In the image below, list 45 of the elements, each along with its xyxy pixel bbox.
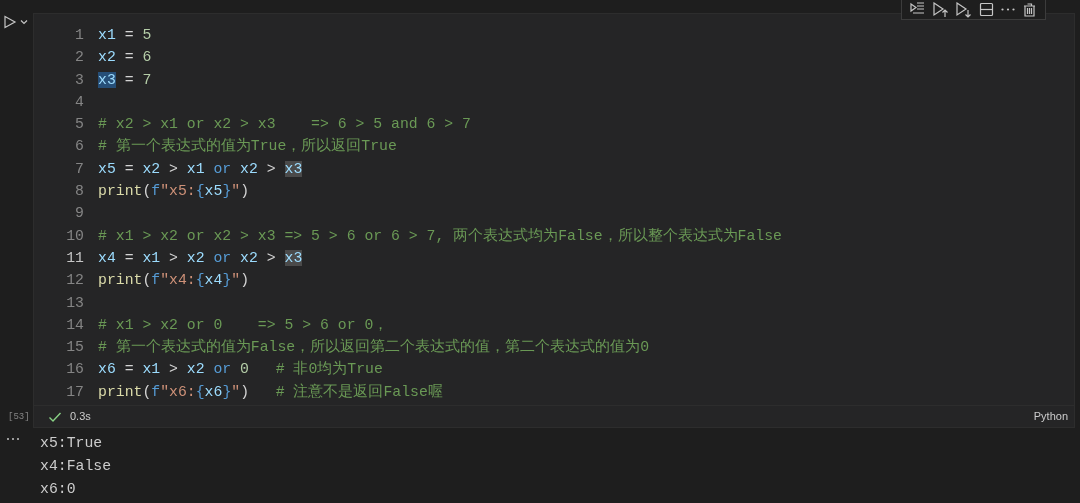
- execution-count: [53]: [7, 410, 31, 424]
- line-number: 4: [74, 92, 84, 112]
- delete-icon: [1021, 0, 1038, 18]
- code-line: x1 = 5: [98, 26, 152, 45]
- output-line: x5:True: [40, 434, 103, 454]
- line-number: 9: [74, 204, 84, 224]
- line-number: 7: [74, 159, 84, 179]
- line-number: 5: [74, 115, 84, 135]
- line-number: 15: [65, 338, 84, 358]
- run-below-icon: [955, 0, 972, 18]
- language-label[interactable]: Python: [1033, 408, 1068, 425]
- line-number: 8: [74, 182, 84, 202]
- code-line: x3 = 7: [98, 70, 152, 90]
- play-icon: [3, 15, 17, 29]
- line-number: 11: [65, 248, 84, 268]
- code-line: print(f"x5:{x5}"): [98, 182, 250, 202]
- output-line: x6:0: [40, 480, 76, 500]
- code-line: x2 = 6: [98, 48, 152, 68]
- code-line: # x1 > x2 or 0 => 5 > 6 or 0，: [98, 315, 389, 335]
- split-icon: [978, 0, 995, 18]
- line-number: 10: [65, 226, 84, 246]
- output-line: x4:False: [40, 457, 112, 477]
- code-line: # 第一个表达式的值为True，所以返回True: [98, 136, 397, 157]
- execution-time: 0.3s: [70, 409, 91, 425]
- code-line: print(f"x4:{x4}"): [98, 271, 250, 291]
- code-line: # x2 > x1 or x2 > x3 => 6 > 5 and 6 > 7: [98, 115, 471, 135]
- line-number: 6: [74, 137, 84, 157]
- code-line: x6 = x1 > x2 or 0 # 非0均为True: [98, 359, 383, 380]
- line-number: 13: [65, 293, 84, 313]
- line-number: 12: [65, 271, 84, 291]
- chevron-down-icon: [19, 18, 29, 26]
- code-line: x4 = x1 > x2 or x2 > x3: [98, 248, 303, 268]
- code-line: x5 = x2 > x1 or x2 > x3: [98, 159, 303, 179]
- code-line: # x1 > x2 or x2 > x3 => 5 > 6 or 6 > 7, 两个表达式均为False，所以整个表达式为False: [98, 226, 782, 246]
- more-icon: [1001, 7, 1015, 11]
- run-above-icon: [932, 0, 949, 18]
- code-line: print(f"x6:{x6}") # 注意不是返回False喔: [98, 382, 443, 402]
- code-line: # 第一个表达式的值为False，所以返回第二个表达式的值，第二个表达式的值为0: [98, 337, 650, 358]
- line-number: 16: [65, 360, 84, 380]
- line-number: 3: [74, 70, 84, 90]
- line-number: 1: [74, 26, 84, 45]
- line-number: 17: [65, 382, 84, 402]
- line-number: 2: [74, 48, 84, 68]
- output-menu-icon[interactable]: [6, 436, 20, 443]
- line-number: 14: [65, 315, 84, 335]
